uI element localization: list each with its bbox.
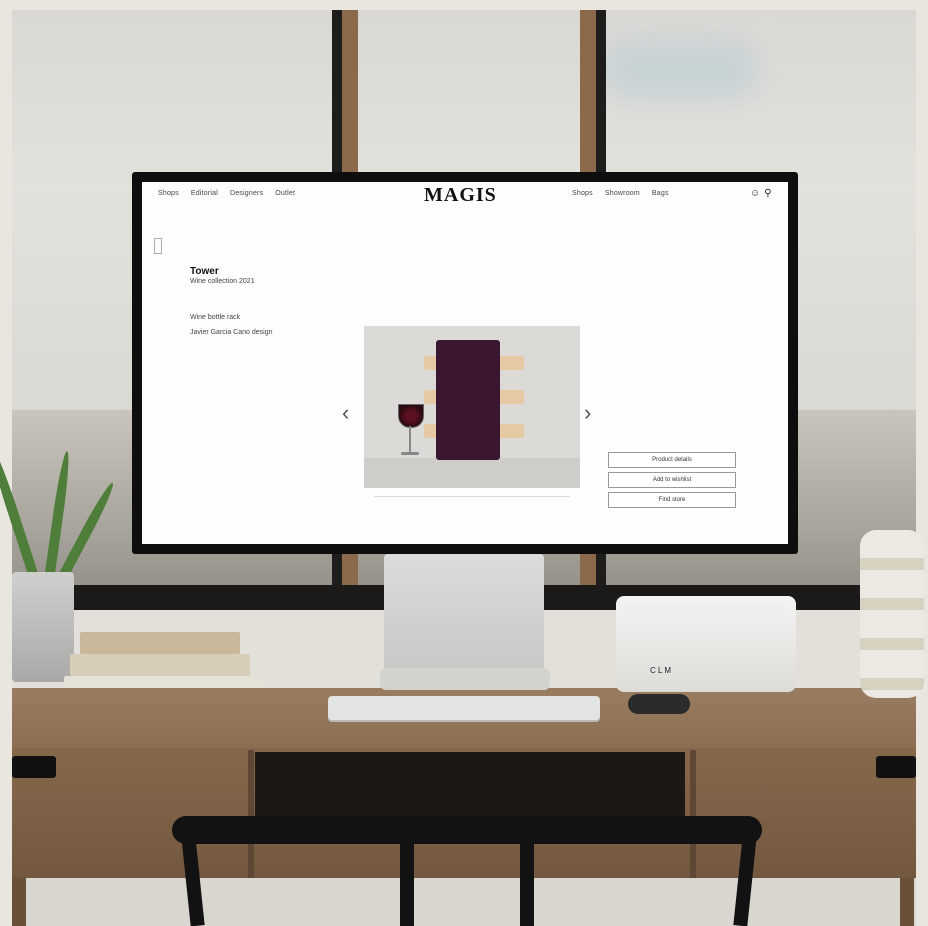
nav-item-designers[interactable]: Designers	[230, 190, 263, 197]
product-subtitle: Wine collection 2021	[190, 278, 255, 285]
monitor-screen: Shops Editorial Designers Outlet MAGIS S…	[142, 182, 788, 544]
wine-glass	[398, 404, 424, 460]
monitor-stand-base	[380, 668, 550, 690]
gallery-prev-arrow[interactable]: ‹	[342, 400, 349, 426]
speaker-grille	[626, 604, 786, 624]
site-top-nav: Shops Editorial Designers Outlet MAGIS S…	[142, 182, 788, 212]
site-logo[interactable]: MAGIS	[424, 184, 497, 207]
drawer-handle	[12, 756, 56, 778]
gallery-next-arrow[interactable]: ›	[584, 400, 591, 426]
product-designer: Javier Garcia Cano design	[190, 329, 273, 336]
striped-vase	[860, 530, 924, 698]
desk-scene-photo: C L M Shops Editorial Designers Outlet M…	[0, 0, 928, 926]
sky-patch	[600, 40, 760, 100]
nav-left: Shops Editorial Designers Outlet	[158, 190, 295, 197]
wine-rack	[436, 340, 500, 460]
desk-leg	[900, 878, 914, 926]
product-description: Wine bottle rack	[190, 314, 241, 321]
chair-leg	[520, 836, 534, 926]
find-store-button[interactable]: Find store	[608, 492, 736, 508]
mouse	[628, 694, 690, 714]
drawer-divider	[690, 750, 696, 878]
user-icon[interactable]: ☺	[750, 188, 760, 199]
book	[80, 632, 240, 654]
nav-item-shops-right[interactable]: Shops	[572, 190, 593, 197]
speaker: C L M	[616, 596, 796, 692]
floor	[12, 878, 916, 926]
drawer-handle	[876, 756, 916, 778]
nav-item-showroom[interactable]: Showroom	[605, 190, 640, 197]
chair-backrest	[172, 816, 762, 844]
side-panel-toggle[interactable]	[154, 238, 162, 254]
search-icon[interactable]: ⚲	[764, 188, 771, 199]
nav-item-bags[interactable]: Bags	[652, 190, 669, 197]
image-shelf	[364, 458, 580, 488]
action-buttons: Product details Add to wishlist Find sto…	[608, 452, 736, 508]
desk-opening	[255, 752, 685, 822]
speaker-label: C L M	[650, 666, 672, 675]
book	[70, 654, 250, 676]
plant-pot	[12, 572, 74, 682]
drawer-divider	[248, 750, 254, 878]
nav-item-outlet[interactable]: Outlet	[275, 190, 295, 197]
nav-icons: ☺ ⚲	[750, 188, 772, 199]
product-title: Tower	[190, 266, 219, 277]
chair-leg	[400, 836, 414, 926]
product-image[interactable]	[364, 326, 580, 488]
desk-leg	[12, 878, 26, 926]
add-to-wishlist-button[interactable]: Add to wishlist	[608, 472, 736, 488]
gallery-caption	[374, 496, 570, 499]
keyboard	[328, 696, 600, 720]
monitor-stand	[384, 554, 544, 674]
nav-right: Shops Showroom Bags	[572, 190, 669, 197]
product-details-button[interactable]: Product details	[608, 452, 736, 468]
nav-item-shops[interactable]: Shops	[158, 190, 179, 197]
nav-item-editorial[interactable]: Editorial	[191, 190, 218, 197]
